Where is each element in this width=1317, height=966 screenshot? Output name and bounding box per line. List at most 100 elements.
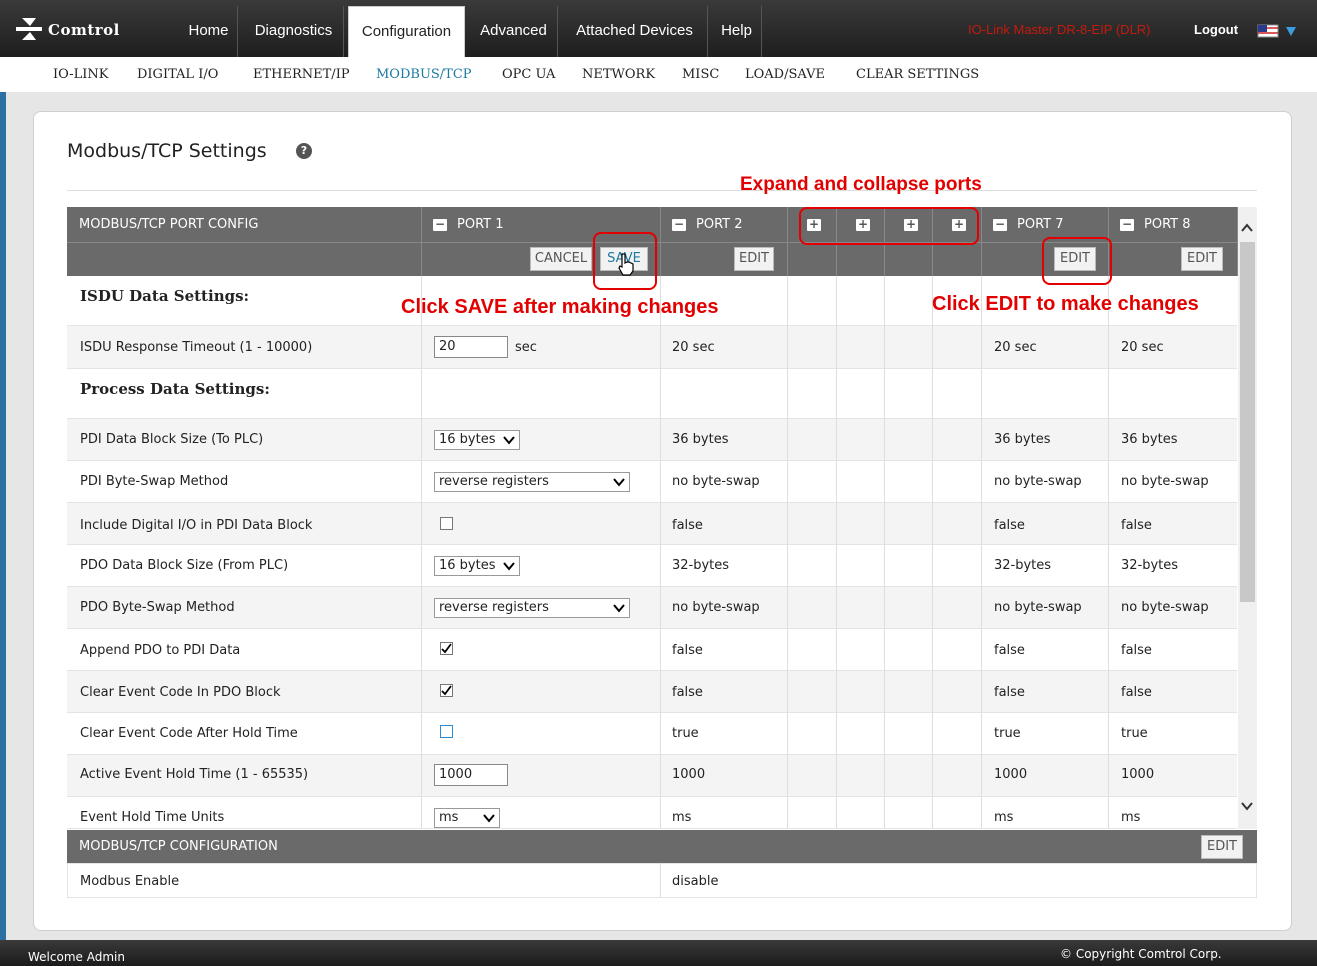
port2-value: 32-bytes <box>672 558 730 573</box>
help-icon[interactable]: ? <box>296 143 312 159</box>
port8-value: 1000 <box>1121 767 1155 782</box>
port7-value: 32-bytes <box>994 558 1052 573</box>
column-divider <box>884 276 885 829</box>
pdi-block-size-select[interactable]: 16 bytes <box>434 430 520 450</box>
chevron-up-icon[interactable] <box>1240 222 1254 234</box>
pdi-byte-swap-select[interactable]: reverse registers <box>434 472 630 492</box>
tab-configuration[interactable]: Configuration <box>348 6 465 57</box>
chevron-down-icon <box>503 562 515 571</box>
port7-value: 36 bytes <box>994 432 1051 447</box>
append-pdo-checkbox[interactable] <box>440 642 453 655</box>
port-config-header-label: MODBUS/TCP PORT CONFIG <box>79 217 259 232</box>
subnav-network[interactable]: NETWORK <box>582 67 655 82</box>
hold-units-select[interactable]: ms <box>434 808 500 828</box>
isdu-timeout-input[interactable]: 20 <box>434 336 508 358</box>
port7-value: false <box>994 643 1025 658</box>
checkmark-icon <box>441 643 452 654</box>
column-divider <box>660 276 661 829</box>
port2-value: false <box>672 685 703 700</box>
language-flag-icon[interactable] <box>1256 21 1306 41</box>
title-divider <box>67 190 1257 191</box>
row-label: Clear Event Code After Hold Time <box>80 726 298 741</box>
checkmark-icon <box>441 685 452 696</box>
pdo-block-size-select[interactable]: 16 bytes <box>434 556 520 576</box>
port2-value: 20 sec <box>672 340 715 355</box>
subnav-clear-settings[interactable]: CLEAR SETTINGS <box>856 67 979 82</box>
subnav-io-link[interactable]: IO-LINK <box>53 67 109 82</box>
port2-header[interactable]: − PORT 2 <box>661 207 788 242</box>
port8-value: false <box>1121 685 1152 700</box>
row-label: ISDU Response Timeout (1 - 10000) <box>80 340 313 355</box>
clear-event-pdo-checkbox[interactable] <box>440 684 453 697</box>
port1-label: PORT 1 <box>457 217 504 232</box>
port2-edit-button[interactable]: EDIT <box>734 247 774 271</box>
column-divider <box>1108 276 1109 829</box>
collapse-icon[interactable]: − <box>672 218 686 231</box>
column-divider <box>932 276 933 829</box>
subnav-load-save[interactable]: LOAD/SAVE <box>745 67 825 82</box>
collapse-icon[interactable]: − <box>1120 218 1134 231</box>
subnav-modbus-tcp[interactable]: MODBUS/TCP <box>376 67 472 82</box>
port8-label: PORT 8 <box>1144 217 1191 232</box>
port8-value: true <box>1121 726 1148 741</box>
port7-value: false <box>994 518 1025 533</box>
welcome-text: Welcome Admin <box>28 950 125 964</box>
button-row-label-cell <box>67 242 422 276</box>
collapse-icon[interactable]: − <box>993 218 1007 231</box>
subnav-ethernet-ip[interactable]: ETHERNET/IP <box>253 67 350 82</box>
subnav-misc[interactable]: MISC <box>682 67 719 82</box>
isdu-section-title: ISDU Data Settings: <box>80 287 250 305</box>
row-label: PDI Byte-Swap Method <box>80 474 229 489</box>
page-title: Modbus/TCP Settings <box>67 140 267 162</box>
port7-value: true <box>994 726 1021 741</box>
hold-units-value: ms <box>439 810 459 825</box>
pdo-byte-swap-select[interactable]: reverse registers <box>434 598 630 618</box>
top-navigation-bar: Comtrol Home Diagnostics Configuration A… <box>0 0 1317 57</box>
port2-value: false <box>672 518 703 533</box>
scrollbar-thumb[interactable] <box>1240 242 1255 602</box>
logout-link[interactable]: Logout <box>1194 22 1238 37</box>
port2-value: 1000 <box>672 767 706 782</box>
row-label: Include Digital I/O in PDI Data Block <box>80 518 313 533</box>
tab-attached-devices[interactable]: Attached Devices <box>562 6 708 57</box>
subnav-digital-io[interactable]: DIGITAL I/O <box>137 67 218 82</box>
port4-button-cell <box>837 242 885 276</box>
port8-value: no byte-swap <box>1121 600 1209 615</box>
device-name: IO-Link Master DR-8-EIP (DLR) <box>968 22 1151 37</box>
table-row <box>67 797 1237 829</box>
annotation-expand-box <box>799 207 979 245</box>
modbus-enable-row <box>67 863 1257 898</box>
port2-value: no byte-swap <box>672 600 760 615</box>
tab-advanced[interactable]: Advanced <box>470 6 558 57</box>
include-dio-checkbox[interactable] <box>440 517 453 530</box>
column-divider <box>660 863 661 898</box>
port8-header[interactable]: − PORT 8 <box>1109 207 1238 242</box>
clear-event-hold-checkbox[interactable] <box>440 725 453 738</box>
port7-value: false <box>994 685 1025 700</box>
table-row <box>67 629 1237 671</box>
modbus-config-header: MODBUS/TCP CONFIGURATION <box>67 830 1257 863</box>
comtrol-logo[interactable]: Comtrol <box>10 12 178 48</box>
port2-value: false <box>672 643 703 658</box>
annotation-edit: Click EDIT to make changes <box>932 293 1199 315</box>
port7-value: ms <box>994 810 1014 825</box>
tab-home[interactable]: Home <box>180 6 238 57</box>
hold-time-input[interactable]: 1000 <box>434 764 508 786</box>
tab-diagnostics[interactable]: Diagnostics <box>244 6 344 57</box>
chevron-down-icon[interactable] <box>1240 800 1254 812</box>
unit-label: sec <box>515 340 537 355</box>
cancel-button[interactable]: CANCEL <box>530 247 592 271</box>
port8-value: no byte-swap <box>1121 474 1209 489</box>
column-divider <box>836 276 837 829</box>
port8-value: 32-bytes <box>1121 558 1179 573</box>
row-label: Event Hold Time Units <box>80 810 225 825</box>
collapse-icon[interactable]: − <box>433 218 447 231</box>
footer: Welcome Admin © Copyright Comtrol Corp. <box>0 940 1317 966</box>
pdi-byte-swap-value: reverse registers <box>439 474 549 489</box>
modbus-config-edit-button[interactable]: EDIT <box>1201 835 1243 859</box>
tab-help[interactable]: Help <box>712 6 762 57</box>
port8-value: false <box>1121 518 1152 533</box>
port2-value: true <box>672 726 699 741</box>
subnav-opc-ua[interactable]: OPC UA <box>502 67 555 82</box>
port8-edit-button[interactable]: EDIT <box>1181 247 1223 271</box>
